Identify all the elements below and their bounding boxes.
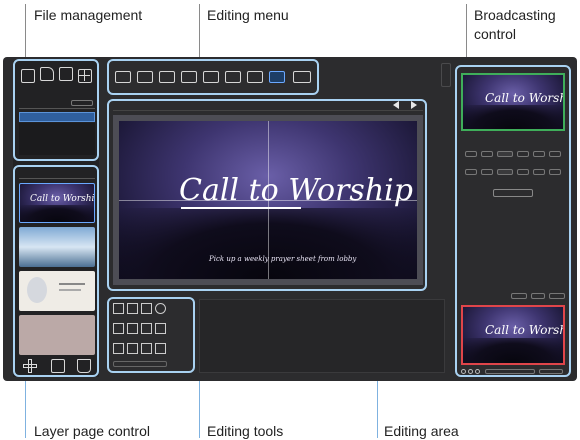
tool-option-bar[interactable] bbox=[113, 361, 167, 367]
editing-menu-toolbar bbox=[107, 59, 319, 95]
transition-buttons-row bbox=[465, 151, 561, 157]
playback-progress-bar[interactable] bbox=[485, 369, 535, 374]
layer-thumbnail-2[interactable] bbox=[19, 227, 95, 267]
text-icon[interactable] bbox=[247, 71, 263, 83]
playback-button-1[interactable] bbox=[461, 369, 466, 374]
playback-volume[interactable] bbox=[539, 369, 563, 374]
file-list-area[interactable] bbox=[19, 123, 95, 155]
canvas-subtitle[interactable]: Pick up a weekly prayer sheet from lobby bbox=[209, 255, 356, 263]
prev-slide-arrow-icon[interactable] bbox=[393, 101, 399, 109]
file-list-item-selected[interactable] bbox=[19, 112, 95, 122]
camera-icon[interactable] bbox=[115, 71, 131, 83]
layer-list-header bbox=[19, 171, 95, 179]
callout-editing-area: Editing area bbox=[384, 423, 459, 439]
back-icon[interactable] bbox=[155, 323, 166, 334]
editing-area-tabbar bbox=[113, 103, 423, 111]
transition-button-4[interactable] bbox=[517, 151, 529, 157]
song-icon[interactable] bbox=[225, 71, 241, 83]
callout-broadcasting-line1: Broadcasting bbox=[474, 7, 556, 23]
program-output-monitor[interactable]: Call to Worship bbox=[461, 305, 565, 365]
callout-editing-menu: Editing menu bbox=[207, 7, 289, 23]
output-title: Call to Worship bbox=[485, 323, 563, 337]
video-icon[interactable] bbox=[137, 71, 153, 83]
playback-button-3[interactable] bbox=[475, 369, 480, 374]
canvas-title[interactable]: Call to Worship bbox=[179, 173, 413, 208]
output-button-2[interactable] bbox=[531, 293, 545, 299]
callout-editing-tools: Editing tools bbox=[207, 423, 284, 439]
subtitle-icon[interactable] bbox=[181, 71, 197, 83]
circle-icon[interactable] bbox=[155, 303, 166, 314]
pen-icon[interactable] bbox=[113, 303, 124, 314]
transition-button-6[interactable] bbox=[549, 151, 561, 157]
transition-button-5[interactable] bbox=[533, 151, 545, 157]
distribute-icon[interactable] bbox=[127, 343, 138, 354]
bible-icon[interactable] bbox=[203, 71, 219, 83]
layer-thumbnail-1[interactable]: Call to Worship bbox=[19, 183, 95, 223]
leader-layer-page-control bbox=[25, 378, 26, 438]
next-slide-arrow-icon[interactable] bbox=[411, 101, 417, 109]
transition-button-3[interactable] bbox=[497, 151, 513, 157]
properties-area bbox=[199, 299, 445, 373]
crowd-silhouette bbox=[463, 104, 563, 129]
rectangle-icon[interactable] bbox=[141, 303, 152, 314]
copy-layer-icon[interactable] bbox=[51, 359, 65, 373]
line-icon[interactable] bbox=[127, 303, 138, 314]
leader-editing-menu bbox=[199, 4, 200, 62]
callout-broadcasting-line2: control bbox=[474, 26, 517, 42]
duration-button-5[interactable] bbox=[533, 169, 545, 175]
transition-button-1[interactable] bbox=[465, 151, 477, 157]
preview-title: Call to Worship bbox=[485, 91, 563, 105]
callout-layer-page-control: Layer page control bbox=[34, 423, 150, 439]
image-icon[interactable] bbox=[269, 71, 285, 83]
broadcasting-control-panel: Call to Worship Call to Worship bbox=[455, 65, 571, 377]
canvas-title-underline bbox=[181, 207, 301, 209]
layer-thumbnail-3[interactable] bbox=[19, 271, 95, 311]
duration-button-2[interactable] bbox=[481, 169, 493, 175]
app-window: Call to Worship Call to Worship Pick up … bbox=[3, 57, 577, 381]
open-file-icon[interactable] bbox=[40, 67, 54, 81]
group-icon[interactable] bbox=[155, 343, 166, 354]
duration-button-4[interactable] bbox=[517, 169, 529, 175]
output-button-1[interactable] bbox=[511, 293, 527, 299]
front-icon[interactable] bbox=[141, 323, 152, 334]
crowd-silhouette bbox=[20, 204, 94, 222]
align-icon[interactable] bbox=[113, 343, 124, 354]
output-button-3[interactable] bbox=[549, 293, 565, 299]
callout-file-management: File management bbox=[34, 7, 143, 23]
editing-area: Call to Worship Pick up a weekly prayer … bbox=[107, 99, 427, 291]
add-layer-icon[interactable] bbox=[23, 359, 37, 373]
transition-apply-button[interactable] bbox=[493, 189, 533, 197]
playback-button-2[interactable] bbox=[468, 369, 473, 374]
new-file-icon[interactable] bbox=[21, 69, 35, 83]
grid-layout-icon[interactable] bbox=[78, 69, 92, 83]
file-management-panel bbox=[13, 59, 99, 161]
save-file-icon[interactable] bbox=[59, 67, 73, 81]
delete-layer-icon[interactable] bbox=[77, 359, 91, 373]
thumbnail-title: Call to Worship bbox=[30, 194, 95, 204]
duration-button-1[interactable] bbox=[465, 169, 477, 175]
leader-file-management bbox=[25, 4, 26, 62]
editing-tools-panel bbox=[107, 297, 195, 373]
duration-button-3[interactable] bbox=[497, 169, 513, 175]
preview-monitor[interactable]: Call to Worship bbox=[461, 73, 565, 131]
resize-icon[interactable] bbox=[141, 343, 152, 354]
broadcast-icon[interactable] bbox=[293, 71, 311, 83]
duration-buttons-row bbox=[465, 169, 561, 175]
image-tool-icon[interactable] bbox=[113, 323, 124, 334]
file-list-button[interactable] bbox=[71, 100, 93, 106]
youtube-icon[interactable] bbox=[159, 71, 175, 83]
layer-page-control-panel: Call to Worship bbox=[13, 165, 99, 377]
leader-broadcasting bbox=[466, 4, 467, 62]
layer-thumbnail-4[interactable] bbox=[19, 315, 95, 355]
output-control-row bbox=[511, 293, 567, 299]
side-tab[interactable] bbox=[441, 63, 451, 87]
duration-button-6[interactable] bbox=[549, 169, 561, 175]
transition-button-2[interactable] bbox=[481, 151, 493, 157]
editing-canvas[interactable]: Call to Worship Pick up a weekly prayer … bbox=[113, 115, 423, 285]
crowd-silhouette bbox=[463, 337, 563, 363]
layer-tool-icon[interactable] bbox=[127, 323, 138, 334]
playback-controls bbox=[461, 369, 565, 375]
